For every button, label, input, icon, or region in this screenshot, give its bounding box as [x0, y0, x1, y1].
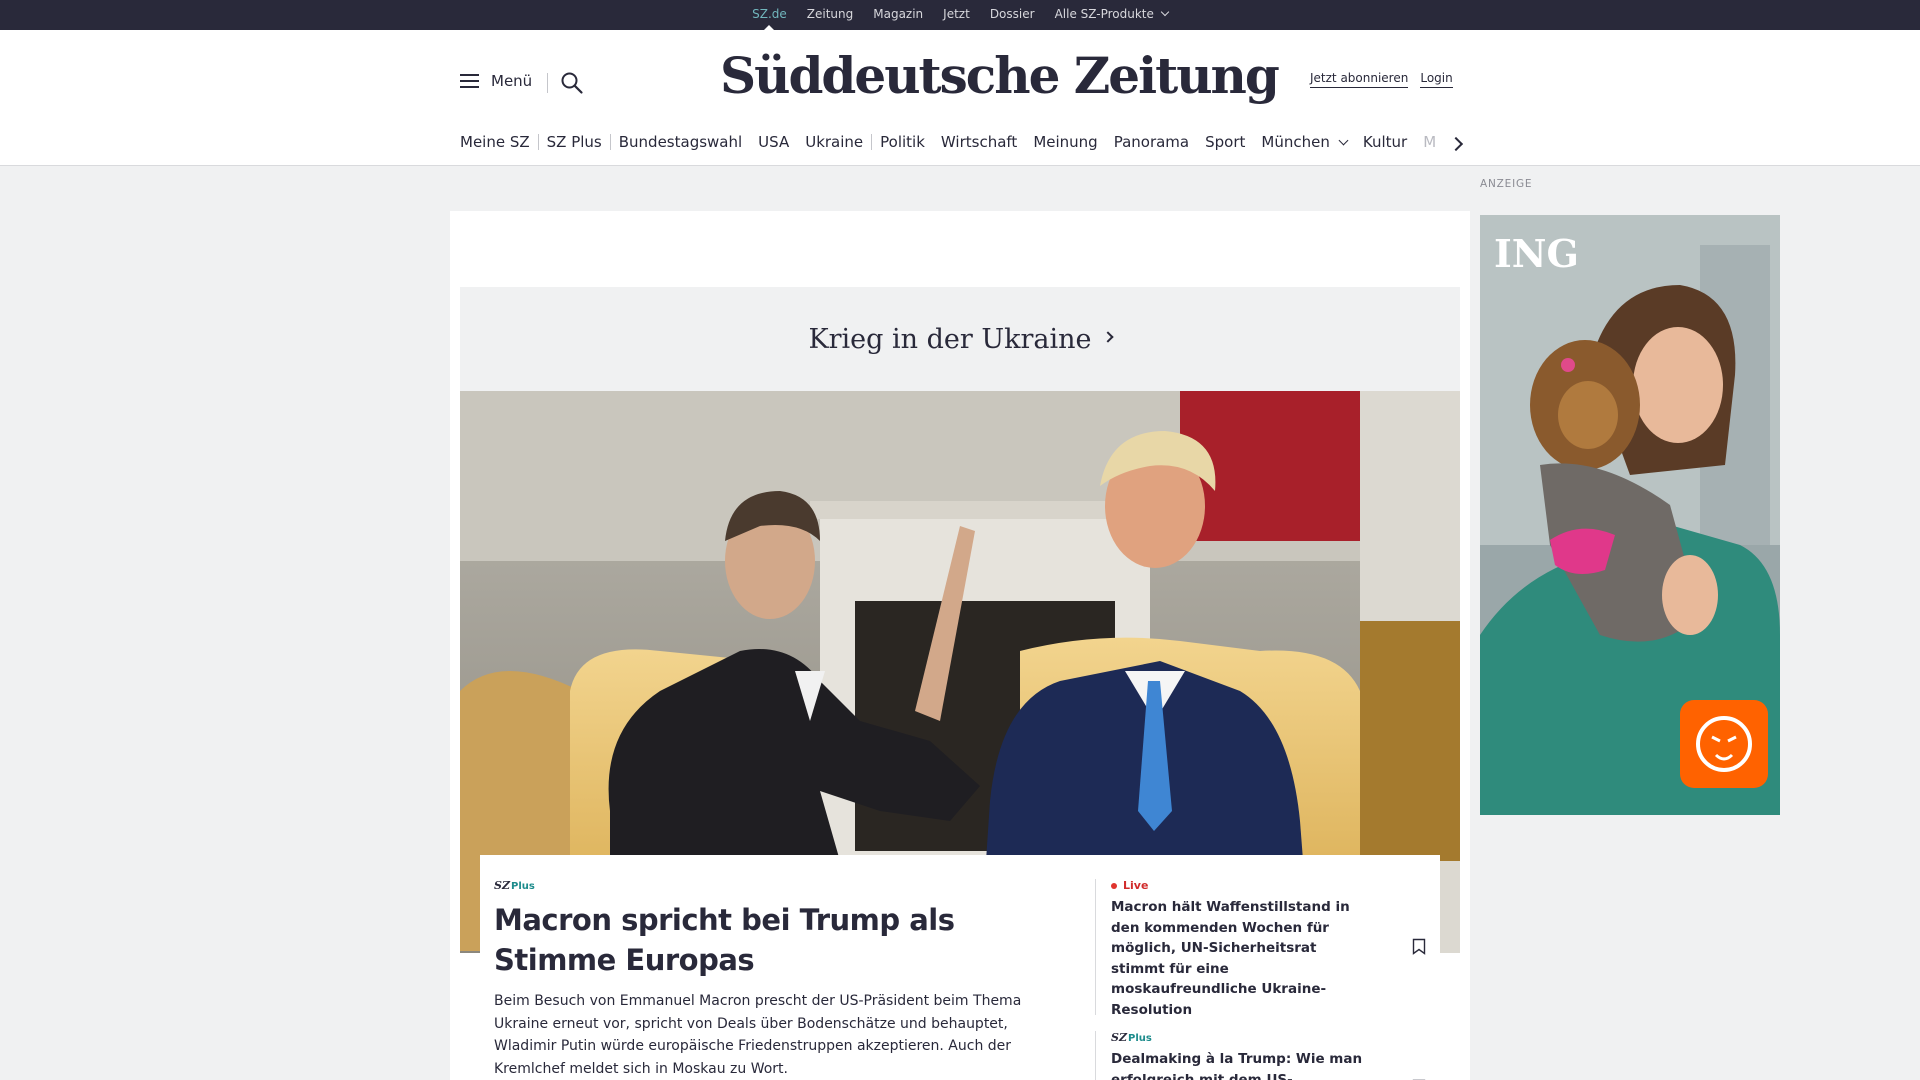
lead-story: SZ Plus Macron spricht bei Trump als Sti…	[494, 879, 1074, 1080]
chevron-down-icon	[1338, 135, 1349, 146]
nav-item-usa[interactable]: USA	[750, 133, 797, 151]
sz-badge-logo: SZ	[494, 879, 510, 892]
topbar-link-alle-produkte-label: Alle SZ-Produkte	[1054, 7, 1154, 21]
nav-item-panorama[interactable]: Panorama	[1106, 133, 1197, 151]
side-story-headline[interactable]: Dealmaking à la Trump: Wie man erfolgrei…	[1111, 1049, 1371, 1080]
topbar-link-jetzt[interactable]: Jetzt	[933, 0, 980, 30]
topbar-link-dossier[interactable]: Dossier	[980, 0, 1045, 30]
divider	[1095, 879, 1096, 1015]
login-link[interactable]: Login	[1420, 71, 1453, 88]
side-story-live: Live Macron hält Waffenstillstand in den…	[1111, 879, 1391, 1020]
topic-banner[interactable]: Krieg in der Ukraine	[460, 287, 1460, 391]
side-story-plus: SZ Plus Dealmaking à la Trump: Wie man e…	[1111, 1031, 1391, 1080]
sz-plus-badge: SZ Plus	[494, 879, 1074, 892]
plus-badge-label: Plus	[510, 881, 535, 892]
nav-item-ukraine[interactable]: Ukraine	[797, 133, 871, 151]
subscribe-link[interactable]: Jetzt abonnieren	[1310, 71, 1409, 88]
nav-scroll-right-icon[interactable]	[1447, 134, 1467, 154]
ing-lion-icon	[1680, 700, 1768, 788]
nav-item-kultur[interactable]: Kultur	[1355, 133, 1415, 151]
search-button[interactable]	[560, 71, 584, 95]
topbar-link-szde[interactable]: SZ.de	[742, 0, 797, 31]
nav-item-politik[interactable]: Politik	[872, 133, 933, 151]
live-dot-icon	[1111, 882, 1117, 889]
top-bar: SZ.de Zeitung Magazin Jetzt Dossier Alle…	[0, 0, 1920, 31]
menu-label: Menü	[491, 72, 533, 90]
ad-image: ING	[1480, 215, 1780, 815]
nav-item-meine-sz[interactable]: Meine SZ	[460, 133, 538, 151]
advertisement[interactable]: ING	[1480, 215, 1780, 815]
site-logo[interactable]: Süddeutsche Zeitung	[720, 46, 1280, 105]
nav-item-muenchen-label: München	[1261, 133, 1330, 151]
nav-item-sz-plus[interactable]: SZ Plus	[539, 133, 610, 151]
nav-item-bundestagswahl[interactable]: Bundestagswahl	[611, 133, 750, 151]
ad-label: ANZEIGE	[1480, 178, 1533, 190]
bookmark-icon[interactable]	[1412, 938, 1426, 955]
sz-badge-logo: SZ	[1111, 1031, 1127, 1044]
topbar-link-alle-produkte[interactable]: Alle SZ-Produkte	[1045, 0, 1178, 30]
topbar-link-magazin[interactable]: Magazin	[863, 0, 933, 30]
topbar-link-zeitung[interactable]: Zeitung	[797, 0, 863, 30]
divider	[1095, 1031, 1096, 1080]
main-content: Krieg in der Ukraine SZ Plus Macron spri…	[450, 211, 1470, 1080]
live-badge-label: Live	[1123, 879, 1149, 892]
topic-title: Krieg in der Ukraine	[808, 323, 1092, 355]
search-icon	[561, 72, 583, 94]
section-nav: Meine SZ SZ Plus Bundestagswahl USA Ukra…	[460, 130, 1465, 154]
chevron-right-icon	[1101, 331, 1114, 343]
menu-button[interactable]: Menü	[460, 72, 532, 90]
ing-logo-text: ING	[1494, 231, 1579, 276]
nav-item-sport[interactable]: Sport	[1197, 133, 1253, 151]
chevron-down-icon	[1160, 7, 1170, 17]
live-badge: Live	[1111, 879, 1391, 892]
lead-description: Beim Besuch von Emmanuel Macron prescht …	[494, 993, 1022, 1077]
sz-plus-badge: SZ Plus	[1111, 1031, 1391, 1044]
nav-item-more[interactable]: M	[1415, 133, 1436, 151]
plus-badge-label: Plus	[1127, 1033, 1152, 1044]
hamburger-icon	[460, 74, 479, 88]
nav-item-meinung[interactable]: Meinung	[1025, 133, 1105, 151]
side-story-headline[interactable]: Macron hält Waffenstillstand in den komm…	[1111, 897, 1371, 1020]
lead-headline[interactable]: Macron spricht bei Trump als Stimme Euro…	[494, 900, 1074, 980]
site-header: Menü Süddeutsche Zeitung Jetzt abonniere…	[0, 30, 1920, 166]
nav-item-wirtschaft[interactable]: Wirtschaft	[933, 133, 1025, 151]
divider	[547, 73, 548, 93]
nav-item-muenchen[interactable]: München	[1253, 133, 1354, 151]
lead-teaser: SZ Plus Macron spricht bei Trump als Sti…	[480, 855, 1440, 1080]
header-links: Jetzt abonnieren Login	[1310, 71, 1453, 88]
